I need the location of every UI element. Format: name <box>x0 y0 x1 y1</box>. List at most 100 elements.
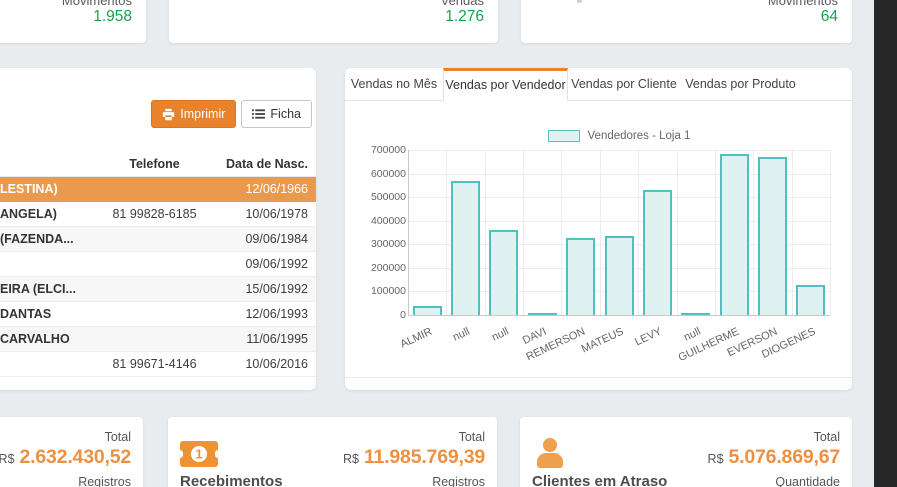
table-row[interactable]: DANTAS12/06/1993 <box>0 302 316 327</box>
currency-prefix: R$ <box>708 452 724 466</box>
cell-birthdate: 12/06/1993 <box>212 307 308 321</box>
metric-total-label: Total <box>459 430 485 444</box>
cell-birthdate: 12/06/1966 <box>212 182 308 196</box>
stat-label: Movimentos <box>62 0 132 8</box>
gridline-v <box>446 150 447 315</box>
gridline-v <box>792 150 793 315</box>
x-tick-label: LEVY <box>633 326 664 349</box>
bar-null <box>681 313 710 315</box>
stat-value: 1.276 <box>445 8 484 26</box>
stat-value: 1.958 <box>93 8 132 26</box>
svg-text:1: 1 <box>195 447 202 462</box>
metric-total-value: 5.076.869,67 <box>729 446 840 469</box>
gridline-v <box>677 150 678 315</box>
tab-vendas-por-vendedor[interactable]: Vendas por Vendedor <box>443 68 568 101</box>
cell-birthdate: 10/06/1978 <box>212 207 308 221</box>
cell-name: (FAZENDA... <box>0 232 97 246</box>
column-header-birthdate: Data de Nasc. <box>212 157 308 171</box>
x-tick-label: null <box>490 326 511 344</box>
sales-tabbar: Vendas no MêsVendas por VendedorVendas p… <box>345 68 852 101</box>
cell-name: CARVALHO <box>0 332 97 346</box>
ficha-button[interactable]: Ficha <box>241 100 312 128</box>
dashboard-screen: Movimentos 1.958 Vendas 1.276 Movimentos… <box>0 0 897 487</box>
gridline-v <box>523 150 524 315</box>
y-tick-label: 200000 <box>346 262 406 274</box>
printer-icon <box>162 108 175 121</box>
table-row[interactable]: 09/06/1992 <box>0 252 316 277</box>
tab-vendas-no-mês[interactable]: Vendas no Mês <box>345 68 443 100</box>
bar-guilherme <box>720 154 749 315</box>
cell-name: ANGELA) <box>0 207 97 221</box>
y-tick-label: 600000 <box>346 168 406 180</box>
person-icon <box>536 438 564 470</box>
cell-birthdate: 10/06/2016 <box>212 357 308 371</box>
bar-everson <box>758 157 787 315</box>
table-row[interactable]: ANGELA)81 99828-618510/06/1978 <box>0 202 316 227</box>
list-icon <box>252 108 265 120</box>
cell-name: LESTINA) <box>0 182 97 196</box>
birthdays-table: TelefoneData de Nasc. LESTINA) 12/06/1966 A… <box>0 152 316 377</box>
metric-total: R$ 11.985.769,39 <box>343 446 485 469</box>
y-tick-label: 700000 <box>346 144 406 156</box>
chart-legend: Vendedores - Loja 1 <box>408 130 830 142</box>
cell-birthdate: 09/06/1984 <box>212 232 308 246</box>
metric-total: R$ 5.076.869,67 <box>708 446 840 469</box>
gridline-v <box>638 150 639 315</box>
table-row[interactable]: (FAZENDA... 09/06/1984 <box>0 227 316 252</box>
stat-card-vendas: Vendas 1.276 <box>169 0 498 43</box>
metric-card-1: Total R$ 2.632.430,52 Registros <box>0 417 143 487</box>
y-tick-label: 300000 <box>346 238 406 250</box>
stat-label: Movimentos <box>768 0 838 8</box>
bar-mateus <box>605 236 634 315</box>
cell-phone: 81 99671-4146 <box>97 357 212 371</box>
metric-count-label: Registros <box>78 475 131 487</box>
column-header-phone: Telefone <box>97 157 212 171</box>
metric-total-label: Total <box>105 430 131 444</box>
currency-prefix: R$ <box>343 452 359 466</box>
metric-count-label: Quantidade <box>775 475 840 487</box>
cell-birthdate: 09/06/1992 <box>212 257 308 271</box>
x-tick-label: MATEUS <box>580 326 626 356</box>
table-header-row: TelefoneData de Nasc. <box>0 152 316 177</box>
x-axis-line <box>408 315 830 316</box>
gridline-v <box>561 150 562 315</box>
gridline-h <box>408 150 830 151</box>
metric-card-title: Recebimentos <box>180 473 283 487</box>
bar-almir <box>413 306 442 315</box>
stat-card-movimentos-1: Movimentos 1.958 <box>0 0 146 43</box>
metric-count-label: Registros <box>432 475 485 487</box>
table-row[interactable]: 81 99671-414610/06/2016 <box>0 352 316 377</box>
stat-label: Vendas <box>441 0 484 8</box>
bar-diogenes <box>796 285 825 315</box>
table-row[interactable]: CARVALHO11/06/1995 <box>0 327 316 352</box>
sales-panel: Vendas no MêsVendas por VendedorVendas p… <box>345 68 852 390</box>
x-tick-label: ALMIR <box>398 326 434 351</box>
tab-vendas-por-cliente[interactable]: Vendas por Cliente <box>568 68 680 100</box>
cell-birthdate: 15/06/1992 <box>212 282 308 296</box>
metric-card-recebimentos: 1 Recebimentos Total R$ 11.985.769,39 Re… <box>168 417 497 487</box>
partial-icon-fragment <box>577 0 582 3</box>
gridline-v <box>753 150 754 315</box>
cell-phone: 81 99828-6185 <box>97 207 212 221</box>
gridline-v <box>830 150 831 315</box>
table-row[interactable]: LESTINA) 12/06/1966 <box>0 177 316 202</box>
metric-total-label: Total <box>814 430 840 444</box>
bar-levy <box>643 190 672 315</box>
stat-value: 64 <box>821 8 838 26</box>
money-bill-icon: 1 <box>180 441 218 472</box>
bar-davi <box>528 313 557 315</box>
legend-label: Vendedores - Loja 1 <box>588 130 691 142</box>
gridline-v <box>485 150 486 315</box>
gridline-v <box>715 150 716 315</box>
stat-card-movimentos-2: Movimentos 64 <box>521 0 852 43</box>
x-tick-label: null <box>451 326 472 344</box>
table-row[interactable]: EIRA (ELCI...15/06/1992 <box>0 277 316 302</box>
y-tick-label: 400000 <box>346 215 406 227</box>
birthdays-toolbar: Imprimir Ficha <box>151 100 312 128</box>
print-button[interactable]: Imprimir <box>151 100 236 128</box>
gridline-v <box>600 150 601 315</box>
birthdays-panel: Imprimir Ficha TelefoneData de Nasc.LEST… <box>0 68 316 390</box>
sales-chart: Vendedores - Loja 1 70000060000050000040… <box>345 100 852 390</box>
tab-vendas-por-produto[interactable]: Vendas por Produto <box>680 68 801 100</box>
currency-prefix: R$ <box>0 452 15 466</box>
